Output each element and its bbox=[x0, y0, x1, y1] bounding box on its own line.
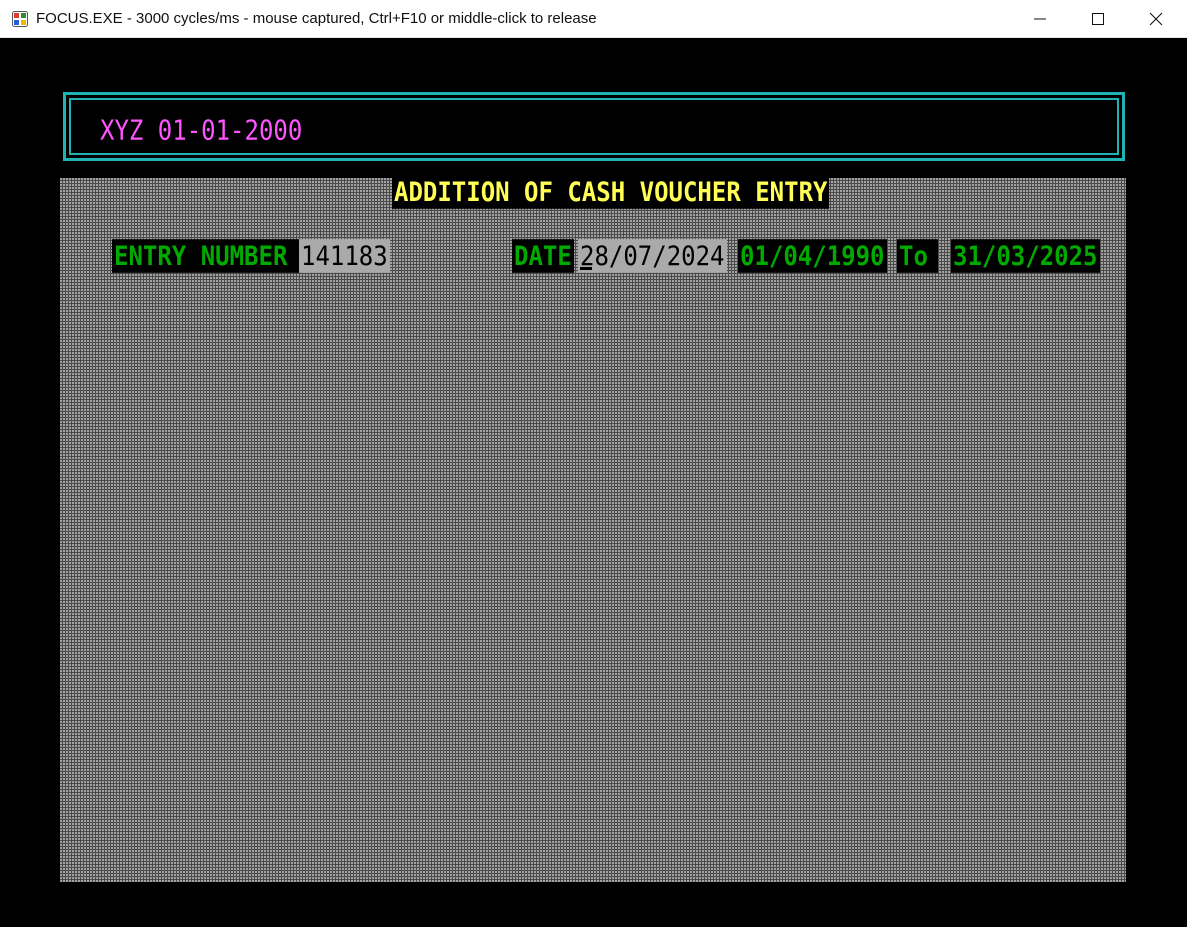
company-header-box: XYZ 01-01-2000 bbox=[63, 92, 1125, 161]
company-name-date: XYZ 01-01-2000 bbox=[100, 114, 303, 147]
minimize-button[interactable] bbox=[1011, 0, 1069, 38]
dos-screen[interactable]: XYZ 01-01-2000 ADDITION OF CASH VOUCHER … bbox=[0, 38, 1187, 927]
minimize-icon bbox=[1034, 18, 1046, 20]
date-field[interactable]: 28/07/2024 bbox=[578, 239, 727, 273]
title-bar[interactable]: FOCUS.EXE - 3000 cycles/ms - mouse captu… bbox=[0, 0, 1187, 38]
dosbox-app-icon bbox=[12, 11, 28, 27]
text-cursor bbox=[580, 267, 592, 270]
entry-number-label: ENTRY NUMBER bbox=[112, 239, 302, 273]
period-from-date: 01/04/1990 bbox=[738, 239, 887, 273]
dosbox-window: FOCUS.EXE - 3000 cycles/ms - mouse captu… bbox=[0, 0, 1187, 927]
maximize-icon bbox=[1092, 13, 1104, 25]
close-button[interactable] bbox=[1127, 0, 1185, 38]
period-to-label: To bbox=[897, 239, 938, 273]
date-label: DATE bbox=[512, 239, 574, 273]
entry-number-field[interactable]: 141183 bbox=[299, 239, 390, 273]
dithered-background bbox=[60, 178, 1126, 882]
maximize-button[interactable] bbox=[1069, 0, 1127, 38]
close-icon bbox=[1149, 12, 1163, 26]
period-to-date: 31/03/2025 bbox=[951, 239, 1100, 273]
form-title: ADDITION OF CASH VOUCHER ENTRY bbox=[392, 175, 830, 209]
window-title: FOCUS.EXE - 3000 cycles/ms - mouse captu… bbox=[36, 10, 597, 27]
